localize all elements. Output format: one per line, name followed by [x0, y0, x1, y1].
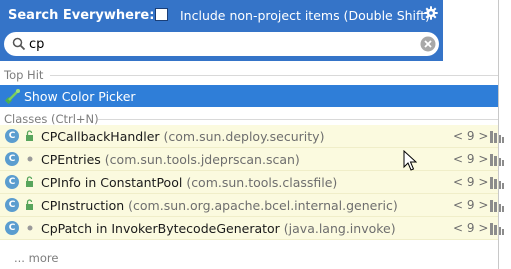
- class-icon: C: [5, 129, 19, 143]
- popup-border: [498, 0, 499, 269]
- section-divider: [98, 119, 498, 120]
- class-name: CPInfo in ConstantPool: [41, 175, 183, 190]
- package-private-icon: [27, 156, 33, 162]
- class-package: (com.sun.deploy.security): [163, 129, 325, 144]
- library-icon: [490, 223, 504, 235]
- class-name: CPInstruction: [41, 198, 125, 213]
- gear-icon[interactable]: [424, 6, 438, 20]
- list-item[interactable]: C CPEntries (com.sun.tools.jdeprscan.sca…: [0, 148, 504, 171]
- mouse-cursor-icon: [403, 150, 417, 171]
- class-name: CPEntries: [41, 152, 101, 167]
- jdk-label: < 9 >: [453, 198, 489, 212]
- library-icon: [490, 154, 504, 166]
- top-hit-item[interactable]: Show Color Picker: [0, 85, 498, 107]
- include-non-project-checkbox[interactable]: [155, 8, 168, 21]
- class-icon: C: [5, 175, 19, 189]
- library-icon: [490, 200, 504, 212]
- class-package: (com.sun.tools.jdeprscan.scan): [104, 152, 300, 167]
- class-name: CPCallbackHandler: [41, 129, 160, 144]
- list-item[interactable]: C CPCallbackHandler (com.sun.deploy.secu…: [0, 125, 504, 148]
- package-private-icon: [27, 225, 33, 231]
- class-package: (java.lang.invoke): [283, 221, 396, 236]
- color-picker-icon: [5, 89, 20, 104]
- jdk-label: < 9 >: [453, 175, 489, 189]
- class-name: CpPatch in InvokerBytecodeGenerator: [41, 221, 280, 236]
- top-hit-section-title: Top Hit: [4, 68, 44, 82]
- search-field[interactable]: [4, 32, 439, 56]
- class-package: (com.sun.org.apache.bcel.internal.generi…: [128, 198, 398, 213]
- public-access-icon: [26, 130, 33, 141]
- list-item[interactable]: C CpPatch in InvokerBytecodeGenerator (j…: [0, 217, 504, 240]
- jdk-label: < 9 >: [453, 152, 489, 166]
- search-everywhere-popup: Search Everywhere: Include non-project i…: [0, 0, 511, 269]
- class-icon: C: [5, 152, 19, 166]
- section-divider: [50, 75, 498, 76]
- search-icon: [12, 37, 26, 51]
- public-access-icon: [26, 176, 33, 187]
- clear-icon[interactable]: [420, 36, 436, 52]
- public-access-icon: [26, 199, 33, 210]
- search-bar: [0, 30, 443, 61]
- popup-header: Search Everywhere: Include non-project i…: [0, 0, 443, 30]
- top-hit-label: Show Color Picker: [24, 89, 136, 104]
- class-icon: C: [5, 221, 19, 235]
- class-results-list: C CPCallbackHandler (com.sun.deploy.secu…: [0, 125, 504, 240]
- search-input[interactable]: [29, 35, 409, 53]
- more-results-link[interactable]: ... more: [14, 251, 58, 265]
- class-package: (com.sun.tools.classfile): [186, 175, 338, 190]
- list-item[interactable]: C CPInfo in ConstantPool (com.sun.tools.…: [0, 171, 504, 194]
- jdk-label: < 9 >: [453, 129, 489, 143]
- library-icon: [490, 177, 504, 189]
- class-icon: C: [5, 198, 19, 212]
- include-non-project-label[interactable]: Include non-project items (Double Shift): [180, 8, 430, 23]
- popup-title: Search Everywhere:: [8, 8, 155, 23]
- library-icon: [490, 131, 504, 143]
- list-item[interactable]: C CPInstruction (com.sun.org.apache.bcel…: [0, 194, 504, 217]
- jdk-label: < 9 >: [453, 221, 489, 235]
